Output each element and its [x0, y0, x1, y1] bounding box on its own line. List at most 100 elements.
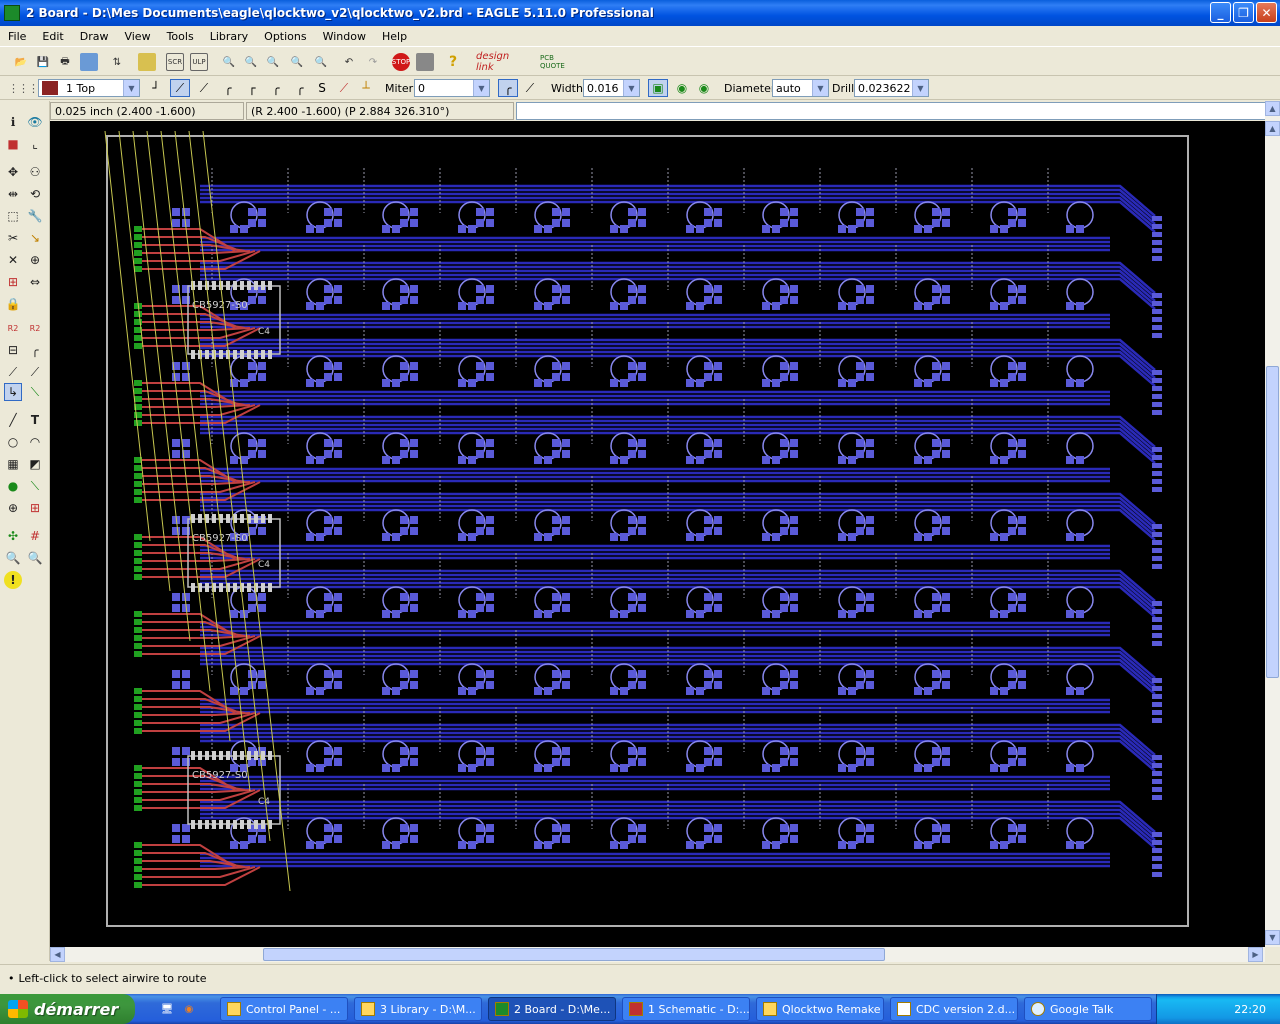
- optimize-icon[interactable]: ⟋: [26, 363, 44, 381]
- firefox-icon[interactable]: ◉: [180, 1000, 198, 1018]
- mark-icon[interactable]: ⌞: [26, 135, 44, 153]
- via-round-icon[interactable]: ◉: [672, 79, 692, 97]
- width-select[interactable]: 0.016 ▼: [583, 79, 640, 97]
- ulp-icon[interactable]: ULP: [190, 53, 208, 71]
- board-canvas[interactable]: CB5927-S0 C4 CB5927-S0 C4 CB5927-S0 C4: [50, 121, 1265, 947]
- zoom-fit-icon[interactable]: 🔍: [220, 53, 238, 71]
- menu-file[interactable]: File: [0, 30, 34, 43]
- wire-bend-8-icon[interactable]: ⟋: [334, 79, 354, 97]
- minimize-button[interactable]: _: [1210, 2, 1231, 23]
- layer-select[interactable]: 1 Top ▼: [38, 79, 140, 97]
- lock-icon[interactable]: ⇔: [26, 273, 44, 291]
- wire-bend-0-icon[interactable]: ┘: [146, 79, 166, 97]
- board-icon[interactable]: ⇅: [108, 53, 126, 71]
- via-icon[interactable]: ●: [4, 477, 22, 495]
- cut-icon[interactable]: ✕: [4, 251, 22, 269]
- stop-icon[interactable]: STOP: [392, 53, 410, 71]
- horizontal-scrollbar[interactable]: ◀ ▶: [50, 947, 1265, 962]
- command-input[interactable]: [516, 102, 1268, 120]
- menu-options[interactable]: Options: [256, 30, 314, 43]
- pcb-quote-icon[interactable]: PCB QUOTE: [540, 53, 580, 71]
- print-icon[interactable]: 🖶: [56, 53, 74, 71]
- arc-icon[interactable]: ◠: [26, 433, 44, 451]
- help-icon[interactable]: ?: [444, 53, 462, 71]
- display-icon[interactable]: ■: [4, 135, 22, 153]
- vertical-scroll-thumb[interactable]: [1266, 366, 1279, 678]
- paste-icon[interactable]: ✂: [4, 229, 22, 247]
- smash-icon[interactable]: ⊟: [4, 341, 22, 359]
- show-desktop-icon[interactable]: 🖥: [158, 1000, 176, 1018]
- value-icon[interactable]: R2: [26, 319, 44, 337]
- task-library[interactable]: 3 Library - D:\M...: [354, 997, 482, 1021]
- grid-icon[interactable]: ⋮⋮⋮: [8, 79, 39, 97]
- miter-select[interactable]: 0 ▼: [414, 79, 490, 97]
- maximize-button[interactable]: ❐: [1233, 2, 1254, 23]
- wire-bend-1-icon[interactable]: ⟋: [170, 79, 190, 97]
- erc-icon[interactable]: 🔍: [26, 549, 44, 567]
- diameter-select[interactable]: auto ▼: [772, 79, 829, 97]
- menu-draw[interactable]: Draw: [72, 30, 117, 43]
- save-icon[interactable]: 💾: [34, 53, 52, 71]
- copy-icon[interactable]: ⚇: [26, 163, 44, 181]
- miter-straight-icon[interactable]: ⟋: [520, 79, 540, 97]
- script-icon[interactable]: SCR: [166, 53, 184, 71]
- menu-help[interactable]: Help: [374, 30, 415, 43]
- replace-icon[interactable]: ⊞: [4, 273, 22, 291]
- via-octagon-icon[interactable]: ◉: [694, 79, 714, 97]
- wire-bend-5-icon[interactable]: ╭: [266, 79, 286, 97]
- menu-window[interactable]: Window: [315, 30, 374, 43]
- wire-bend-9-icon[interactable]: ┴: [356, 79, 376, 97]
- cam-icon[interactable]: [80, 53, 98, 71]
- circle-icon[interactable]: ○: [4, 433, 22, 451]
- scroll-down-icon[interactable]: ▼: [1265, 930, 1280, 945]
- start-button[interactable]: démarrer: [0, 994, 135, 1024]
- scroll-left-icon[interactable]: ◀: [50, 947, 65, 962]
- info-icon[interactable]: ℹ: [4, 113, 22, 131]
- menu-tools[interactable]: Tools: [159, 30, 202, 43]
- miter-round-icon[interactable]: ╭: [498, 79, 518, 97]
- redo-icon[interactable]: ↷: [364, 53, 382, 71]
- board-drawing[interactable]: CB5927-S0 C4 CB5927-S0 C4 CB5927-S0 C4: [50, 121, 1265, 947]
- errors-icon[interactable]: !: [4, 571, 22, 589]
- menu-view[interactable]: View: [116, 30, 158, 43]
- task-control-panel[interactable]: Control Panel - ...: [220, 997, 348, 1021]
- ripup-icon[interactable]: ⟍: [26, 383, 44, 401]
- eagle-app-icon[interactable]: [4, 5, 20, 21]
- scroll-up-icon[interactable]: ▲: [1265, 101, 1280, 116]
- wire-bend-6-icon[interactable]: ╭: [290, 79, 310, 97]
- name-icon[interactable]: R2: [4, 319, 22, 337]
- autorouter-icon[interactable]: #: [26, 527, 44, 545]
- mirror-icon[interactable]: ⇹: [4, 185, 22, 203]
- scroll-right-icon[interactable]: ▶: [1248, 947, 1263, 962]
- padlock-icon[interactable]: 🔒: [4, 295, 22, 313]
- rotate-icon[interactable]: ⟲: [26, 185, 44, 203]
- library-icon[interactable]: [138, 53, 156, 71]
- polygon-icon[interactable]: ◩: [26, 455, 44, 473]
- drc-icon[interactable]: 🔍: [4, 549, 22, 567]
- task-folder[interactable]: Qlocktwo Remake: [756, 997, 884, 1021]
- group-icon[interactable]: ⬚: [4, 207, 22, 225]
- task-document[interactable]: CDC version 2.d...: [890, 997, 1018, 1021]
- task-schematic[interactable]: 1 Schematic - D:...: [622, 997, 750, 1021]
- via-square-icon[interactable]: ▣: [648, 79, 668, 97]
- task-google-talk[interactable]: Google Talk: [1024, 997, 1152, 1021]
- undo-icon[interactable]: ↶: [340, 53, 358, 71]
- wire-bend-7-icon[interactable]: S: [312, 79, 332, 97]
- add-icon[interactable]: ⊕: [26, 251, 44, 269]
- scroll-up-icon[interactable]: ▲: [1265, 121, 1280, 136]
- wire-icon[interactable]: ╱: [4, 411, 22, 429]
- design-link-icon[interactable]: design link: [476, 51, 528, 73]
- wire-bend-2-icon[interactable]: ⟋: [194, 79, 214, 97]
- change-icon[interactable]: 🔧: [26, 207, 44, 225]
- delete-icon[interactable]: ↘: [26, 229, 44, 247]
- zoom-in-icon[interactable]: 🔍: [242, 53, 260, 71]
- move-icon[interactable]: ✥: [4, 163, 22, 181]
- drill-select[interactable]: 0.023622 ▼: [854, 79, 929, 97]
- rect-icon[interactable]: ▦: [4, 455, 22, 473]
- wire-bend-4-icon[interactable]: ┌: [242, 79, 262, 97]
- split-icon[interactable]: ⟋: [4, 363, 22, 381]
- route-icon[interactable]: ↳: [4, 383, 22, 401]
- hole-icon[interactable]: ⊕: [4, 499, 22, 517]
- ratsnest-icon[interactable]: ✣: [4, 527, 22, 545]
- task-board[interactable]: 2 Board - D:\Me...: [488, 997, 616, 1021]
